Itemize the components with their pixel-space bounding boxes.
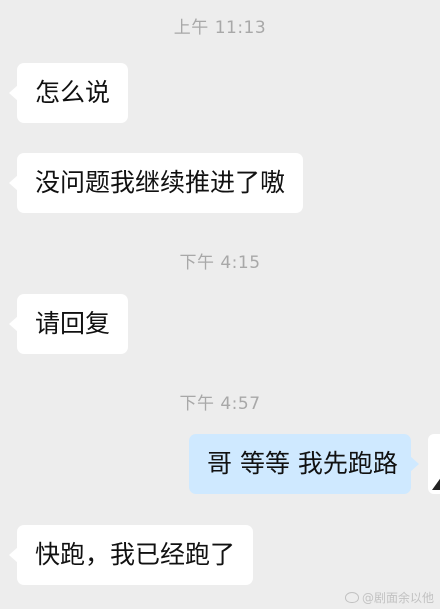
message-bubble-incoming[interactable]: 请回复 [8,294,129,354]
message-timestamp: 上午 11:13 [173,18,267,38]
message-timestamp: 下午 4:57 [179,394,261,414]
chat-history[interactable]: 上午 11:13 怎么说 没问题我继续推进了嗷 下午 4:15 请回复 下午 4… [0,0,440,609]
message-timestamp: 下午 4:15 [179,253,261,273]
weibo-icon [344,592,359,603]
watermark-text: @剧面余以他 [361,591,434,605]
sender-avatar[interactable] [428,434,440,494]
message-bubble-outgoing[interactable]: 哥 等等 我先跑路 [189,434,419,494]
message-bubble-incoming[interactable]: 没问题我继续推进了嗷 [8,153,304,213]
message-bubble-incoming[interactable]: 怎么说 [8,63,129,123]
avatar-image [432,476,440,490]
message-bubble-incoming[interactable]: 快跑，我已经跑了 [8,525,254,585]
watermark: @剧面余以他 [344,589,434,606]
